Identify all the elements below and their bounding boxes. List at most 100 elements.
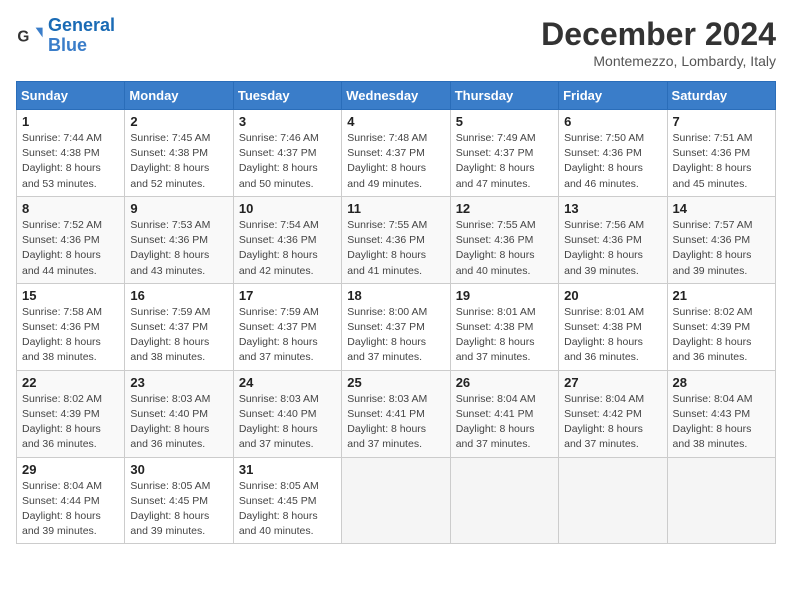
- calendar-cell: 16 Sunrise: 7:59 AM Sunset: 4:37 PM Dayl…: [125, 283, 233, 370]
- page-header: G General Blue December 2024 Montemezzo,…: [16, 16, 776, 69]
- day-number: 28: [673, 375, 770, 390]
- calendar-week-row: 8 Sunrise: 7:52 AM Sunset: 4:36 PM Dayli…: [17, 196, 776, 283]
- day-info: Sunrise: 7:45 AM Sunset: 4:38 PM Dayligh…: [130, 131, 227, 192]
- day-number: 1: [22, 114, 119, 129]
- calendar-cell: 9 Sunrise: 7:53 AM Sunset: 4:36 PM Dayli…: [125, 196, 233, 283]
- calendar-cell: [559, 457, 667, 544]
- day-info: Sunrise: 7:59 AM Sunset: 4:37 PM Dayligh…: [130, 305, 227, 366]
- day-info: Sunrise: 7:55 AM Sunset: 4:36 PM Dayligh…: [456, 218, 553, 279]
- day-info: Sunrise: 7:58 AM Sunset: 4:36 PM Dayligh…: [22, 305, 119, 366]
- calendar-cell: 4 Sunrise: 7:48 AM Sunset: 4:37 PM Dayli…: [342, 110, 450, 197]
- month-title: December 2024: [541, 16, 776, 53]
- weekday-header-row: SundayMondayTuesdayWednesdayThursdayFrid…: [17, 82, 776, 110]
- day-number: 11: [347, 201, 444, 216]
- day-number: 29: [22, 462, 119, 477]
- day-info: Sunrise: 8:04 AM Sunset: 4:43 PM Dayligh…: [673, 392, 770, 453]
- day-number: 31: [239, 462, 336, 477]
- day-info: Sunrise: 8:01 AM Sunset: 4:38 PM Dayligh…: [564, 305, 661, 366]
- day-number: 26: [456, 375, 553, 390]
- calendar-week-row: 22 Sunrise: 8:02 AM Sunset: 4:39 PM Dayl…: [17, 370, 776, 457]
- day-info: Sunrise: 7:54 AM Sunset: 4:36 PM Dayligh…: [239, 218, 336, 279]
- day-number: 8: [22, 201, 119, 216]
- day-number: 14: [673, 201, 770, 216]
- day-number: 18: [347, 288, 444, 303]
- day-info: Sunrise: 8:03 AM Sunset: 4:41 PM Dayligh…: [347, 392, 444, 453]
- day-info: Sunrise: 7:49 AM Sunset: 4:37 PM Dayligh…: [456, 131, 553, 192]
- day-number: 19: [456, 288, 553, 303]
- calendar-week-row: 1 Sunrise: 7:44 AM Sunset: 4:38 PM Dayli…: [17, 110, 776, 197]
- day-info: Sunrise: 7:53 AM Sunset: 4:36 PM Dayligh…: [130, 218, 227, 279]
- day-number: 25: [347, 375, 444, 390]
- calendar-cell: 20 Sunrise: 8:01 AM Sunset: 4:38 PM Dayl…: [559, 283, 667, 370]
- day-number: 16: [130, 288, 227, 303]
- calendar-cell: 25 Sunrise: 8:03 AM Sunset: 4:41 PM Dayl…: [342, 370, 450, 457]
- day-info: Sunrise: 7:59 AM Sunset: 4:37 PM Dayligh…: [239, 305, 336, 366]
- calendar-cell: 5 Sunrise: 7:49 AM Sunset: 4:37 PM Dayli…: [450, 110, 558, 197]
- calendar-cell: 13 Sunrise: 7:56 AM Sunset: 4:36 PM Dayl…: [559, 196, 667, 283]
- day-number: 7: [673, 114, 770, 129]
- day-number: 30: [130, 462, 227, 477]
- day-info: Sunrise: 8:03 AM Sunset: 4:40 PM Dayligh…: [130, 392, 227, 453]
- title-area: December 2024 Montemezzo, Lombardy, Ital…: [541, 16, 776, 69]
- calendar-cell: 24 Sunrise: 8:03 AM Sunset: 4:40 PM Dayl…: [233, 370, 341, 457]
- logo-general: General: [48, 15, 115, 35]
- day-info: Sunrise: 7:52 AM Sunset: 4:36 PM Dayligh…: [22, 218, 119, 279]
- day-info: Sunrise: 7:57 AM Sunset: 4:36 PM Dayligh…: [673, 218, 770, 279]
- calendar-week-row: 15 Sunrise: 7:58 AM Sunset: 4:36 PM Dayl…: [17, 283, 776, 370]
- calendar-cell: 11 Sunrise: 7:55 AM Sunset: 4:36 PM Dayl…: [342, 196, 450, 283]
- weekday-header: Saturday: [667, 82, 775, 110]
- calendar-week-row: 29 Sunrise: 8:04 AM Sunset: 4:44 PM Dayl…: [17, 457, 776, 544]
- day-info: Sunrise: 7:50 AM Sunset: 4:36 PM Dayligh…: [564, 131, 661, 192]
- calendar-cell: 28 Sunrise: 8:04 AM Sunset: 4:43 PM Dayl…: [667, 370, 775, 457]
- calendar-cell: 10 Sunrise: 7:54 AM Sunset: 4:36 PM Dayl…: [233, 196, 341, 283]
- calendar-cell: 6 Sunrise: 7:50 AM Sunset: 4:36 PM Dayli…: [559, 110, 667, 197]
- calendar-cell: 31 Sunrise: 8:05 AM Sunset: 4:45 PM Dayl…: [233, 457, 341, 544]
- day-info: Sunrise: 8:04 AM Sunset: 4:44 PM Dayligh…: [22, 479, 119, 540]
- day-number: 12: [456, 201, 553, 216]
- weekday-header: Wednesday: [342, 82, 450, 110]
- calendar-cell: [450, 457, 558, 544]
- day-number: 2: [130, 114, 227, 129]
- day-number: 13: [564, 201, 661, 216]
- day-info: Sunrise: 8:05 AM Sunset: 4:45 PM Dayligh…: [239, 479, 336, 540]
- calendar-cell: [667, 457, 775, 544]
- logo-blue: Blue: [48, 35, 87, 55]
- day-info: Sunrise: 7:48 AM Sunset: 4:37 PM Dayligh…: [347, 131, 444, 192]
- day-number: 22: [22, 375, 119, 390]
- day-number: 4: [347, 114, 444, 129]
- calendar-cell: 26 Sunrise: 8:04 AM Sunset: 4:41 PM Dayl…: [450, 370, 558, 457]
- weekday-header: Monday: [125, 82, 233, 110]
- weekday-header: Sunday: [17, 82, 125, 110]
- day-info: Sunrise: 8:04 AM Sunset: 4:42 PM Dayligh…: [564, 392, 661, 453]
- calendar-cell: [342, 457, 450, 544]
- day-number: 6: [564, 114, 661, 129]
- weekday-header: Thursday: [450, 82, 558, 110]
- day-number: 17: [239, 288, 336, 303]
- calendar-cell: 14 Sunrise: 7:57 AM Sunset: 4:36 PM Dayl…: [667, 196, 775, 283]
- calendar-cell: 17 Sunrise: 7:59 AM Sunset: 4:37 PM Dayl…: [233, 283, 341, 370]
- day-number: 20: [564, 288, 661, 303]
- calendar-cell: 21 Sunrise: 8:02 AM Sunset: 4:39 PM Dayl…: [667, 283, 775, 370]
- day-number: 3: [239, 114, 336, 129]
- location: Montemezzo, Lombardy, Italy: [541, 53, 776, 69]
- day-info: Sunrise: 8:00 AM Sunset: 4:37 PM Dayligh…: [347, 305, 444, 366]
- day-info: Sunrise: 8:05 AM Sunset: 4:45 PM Dayligh…: [130, 479, 227, 540]
- day-info: Sunrise: 7:44 AM Sunset: 4:38 PM Dayligh…: [22, 131, 119, 192]
- calendar-cell: 12 Sunrise: 7:55 AM Sunset: 4:36 PM Dayl…: [450, 196, 558, 283]
- weekday-header: Friday: [559, 82, 667, 110]
- calendar-cell: 15 Sunrise: 7:58 AM Sunset: 4:36 PM Dayl…: [17, 283, 125, 370]
- calendar-cell: 3 Sunrise: 7:46 AM Sunset: 4:37 PM Dayli…: [233, 110, 341, 197]
- day-number: 23: [130, 375, 227, 390]
- calendar-cell: 29 Sunrise: 8:04 AM Sunset: 4:44 PM Dayl…: [17, 457, 125, 544]
- day-info: Sunrise: 7:56 AM Sunset: 4:36 PM Dayligh…: [564, 218, 661, 279]
- calendar-cell: 1 Sunrise: 7:44 AM Sunset: 4:38 PM Dayli…: [17, 110, 125, 197]
- day-info: Sunrise: 8:03 AM Sunset: 4:40 PM Dayligh…: [239, 392, 336, 453]
- calendar-cell: 27 Sunrise: 8:04 AM Sunset: 4:42 PM Dayl…: [559, 370, 667, 457]
- weekday-header: Tuesday: [233, 82, 341, 110]
- day-info: Sunrise: 8:02 AM Sunset: 4:39 PM Dayligh…: [22, 392, 119, 453]
- calendar-cell: 8 Sunrise: 7:52 AM Sunset: 4:36 PM Dayli…: [17, 196, 125, 283]
- day-number: 10: [239, 201, 336, 216]
- day-info: Sunrise: 7:55 AM Sunset: 4:36 PM Dayligh…: [347, 218, 444, 279]
- day-info: Sunrise: 8:02 AM Sunset: 4:39 PM Dayligh…: [673, 305, 770, 366]
- calendar-cell: 30 Sunrise: 8:05 AM Sunset: 4:45 PM Dayl…: [125, 457, 233, 544]
